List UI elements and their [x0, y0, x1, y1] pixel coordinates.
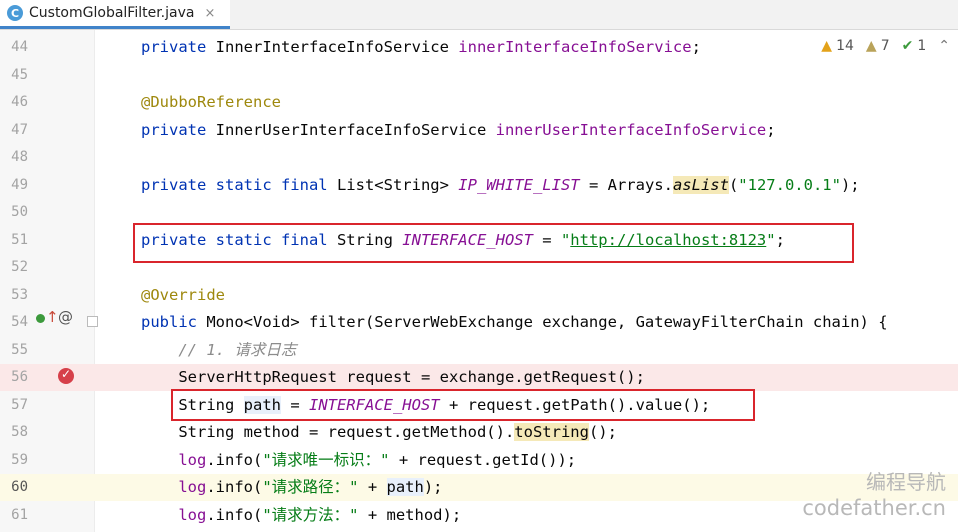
check-icon: ✔	[901, 38, 914, 54]
code-text: public Mono<Void> filter(ServerWebExchan…	[141, 313, 888, 331]
line-number: 61	[11, 506, 28, 523]
file-tab[interactable]: C CustomGlobalFilter.java ×	[0, 0, 230, 29]
code-line[interactable]: 59 log.info("请求唯一标识：" + request.getId())…	[0, 447, 958, 474]
close-tab-icon[interactable]: ×	[204, 6, 215, 21]
override-arrow-icon[interactable]: ↑	[46, 309, 59, 325]
line-number: 47	[11, 121, 28, 138]
java-class-icon: C	[7, 5, 23, 21]
code-line[interactable]: 54 public Mono<Void> filter(ServerWebExch…	[0, 309, 958, 336]
weak-warnings-count[interactable]: ▲ 7	[866, 38, 890, 54]
line-number: 44	[11, 39, 28, 55]
line-number: 56	[11, 369, 28, 385]
code-text: private static final List<String> IP_WHI…	[141, 175, 860, 194]
line-number: 55	[11, 341, 28, 358]
line-number: 51	[11, 231, 28, 248]
chevron-up-icon[interactable]: ⌃	[938, 38, 950, 54]
code-line[interactable]: 55 // 1. 请求日志	[0, 337, 958, 364]
highlight-box-interface-host	[133, 223, 854, 263]
code-line[interactable]: 47 private InnerUserInterfaceInfoService …	[0, 117, 958, 144]
line-number: 58	[11, 424, 28, 440]
file-tab-title: CustomGlobalFilter.java	[29, 5, 195, 21]
code-line[interactable]: 56 ServerHttpRequest request = exchange.…	[0, 364, 958, 391]
watermark-title: 编程导航	[866, 470, 946, 494]
code-line[interactable]: 46 @DubboReference	[0, 89, 958, 116]
code-text: @DubboReference	[141, 93, 281, 111]
code-text: // 1. 请求日志	[178, 340, 297, 359]
code-text: @Override	[141, 285, 225, 304]
code-line[interactable]: 58 String method = request.getMethod().t…	[0, 419, 958, 446]
line-number: 54	[11, 314, 28, 330]
code-text: private InnerUserInterfaceInfoService in…	[141, 120, 776, 139]
line-number: 60	[11, 479, 28, 495]
highlight-box-path	[171, 389, 755, 421]
line-number: 52	[11, 259, 28, 275]
inspection-widget[interactable]: ▲ 14 ▲ 7 ✔ 1 ⌃	[821, 38, 950, 54]
line-number: 57	[11, 396, 28, 413]
implements-icon[interactable]	[36, 314, 45, 323]
code-line[interactable]: 53 @Override	[0, 282, 958, 309]
breakpoint-icon[interactable]: ✓	[58, 367, 74, 384]
warnings-count[interactable]: ▲ 14	[821, 38, 854, 54]
line-number: 46	[11, 94, 28, 110]
code-text: log.info("请求方法：" + method);	[178, 505, 462, 524]
code-line[interactable]: 50	[0, 199, 958, 226]
code-line[interactable]: 45	[0, 62, 958, 89]
line-number: 50	[11, 204, 28, 220]
line-number: 53	[11, 286, 28, 303]
ok-count[interactable]: ✔ 1	[902, 38, 927, 54]
code-text: private InnerInterfaceInfoService innerI…	[141, 38, 701, 56]
line-number: 48	[11, 149, 28, 165]
line-number: 45	[11, 66, 28, 83]
code-text: String method = request.getMethod().toSt…	[141, 423, 617, 441]
code-line[interactable]: 44 private InnerInterfaceInfoService inne…	[0, 34, 958, 61]
watermark-url: codefather.cn	[802, 496, 946, 520]
editor-tab-bar: C CustomGlobalFilter.java ×	[0, 0, 958, 30]
weak-warning-icon: ▲	[865, 38, 877, 54]
code-line[interactable]: 48	[0, 144, 958, 171]
line-number: 49	[11, 176, 28, 193]
code-line[interactable]: 49 private static final List<String> IP_W…	[0, 172, 958, 199]
warning-icon: ▲	[821, 38, 833, 54]
code-text: log.info("请求路径：" + path);	[178, 478, 443, 496]
line-number: 59	[11, 451, 28, 468]
fold-marker-icon[interactable]	[87, 316, 98, 327]
at-sign-icon[interactable]: @	[58, 309, 73, 325]
code-text: log.info("请求唯一标识：" + request.getId());	[178, 450, 577, 469]
code-text: ServerHttpRequest request = exchange.get…	[141, 368, 645, 386]
